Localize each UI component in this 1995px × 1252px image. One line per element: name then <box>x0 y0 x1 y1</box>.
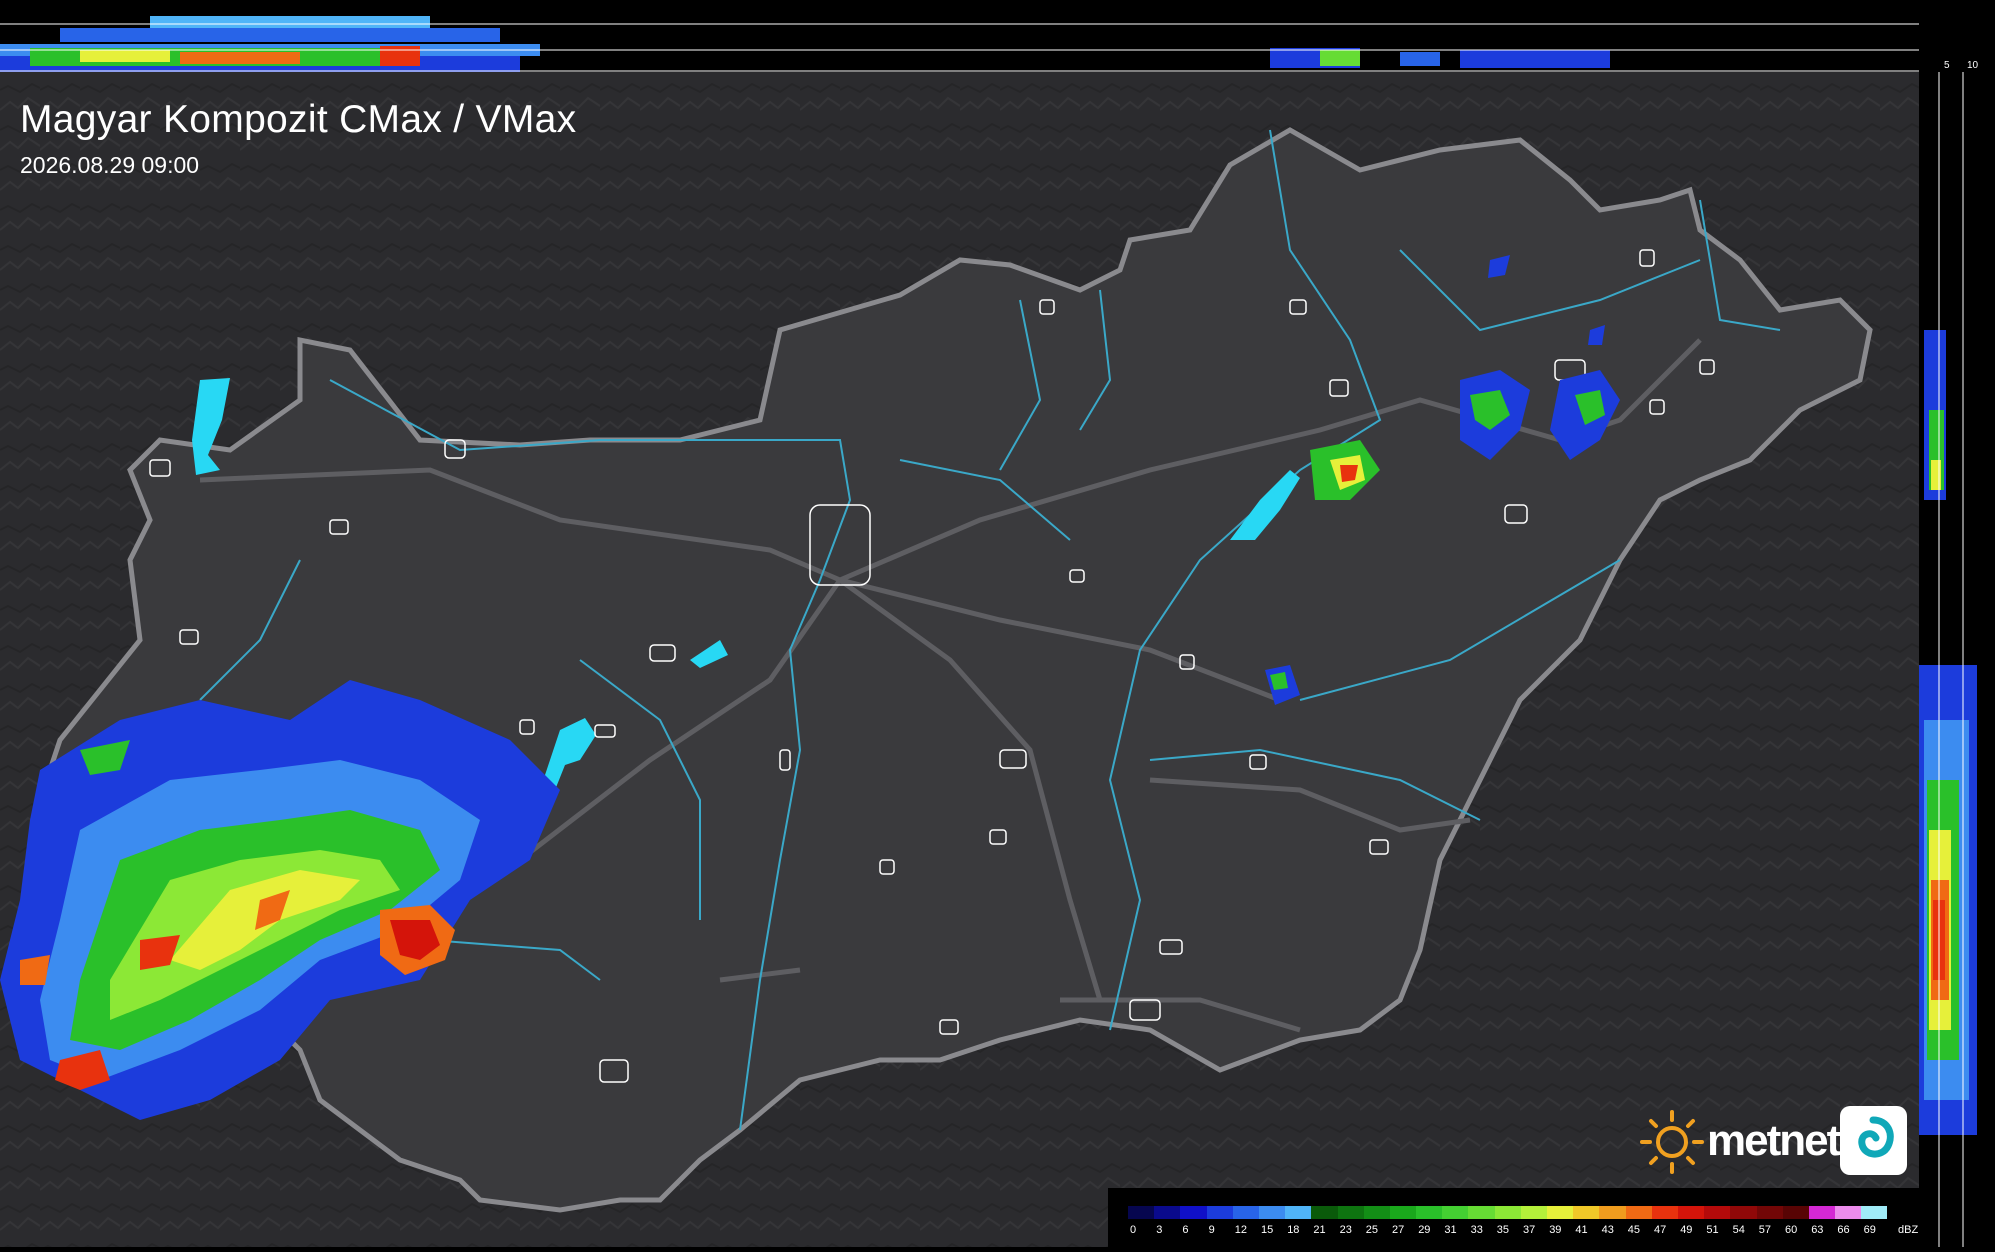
swirl-icon <box>1840 1106 1907 1175</box>
legend-value: 35 <box>1496 1224 1510 1236</box>
legend-value: 43 <box>1601 1224 1614 1236</box>
legend-value: 45 <box>1627 1224 1641 1236</box>
legend-value: 18 <box>1287 1224 1300 1236</box>
legend-value: 3 <box>1156 1224 1163 1236</box>
side-profile-graphic <box>1919 72 1977 1247</box>
legend-swatch <box>1677 1206 1705 1219</box>
legend-swatch <box>1730 1206 1757 1219</box>
legend-swatch <box>1861 1206 1888 1219</box>
legend-swatch <box>1180 1206 1207 1219</box>
legend-swatch <box>1389 1206 1417 1219</box>
legend-swatch <box>1442 1206 1469 1219</box>
legend-value: 31 <box>1444 1224 1457 1236</box>
page-title: Magyar Kompozit CMax / VMax <box>20 98 577 141</box>
sun-icon <box>1640 1110 1704 1174</box>
legend-value: 51 <box>1706 1224 1719 1236</box>
legend-swatch <box>1258 1206 1286 1219</box>
legend-value: 0 <box>1130 1224 1137 1236</box>
legend-swatch <box>1782 1206 1809 1219</box>
legend-swatch <box>1704 1206 1731 1219</box>
legend-value: 33 <box>1470 1224 1483 1236</box>
legend-value: 12 <box>1234 1224 1248 1236</box>
legend-value: 25 <box>1365 1224 1379 1236</box>
dbz-color-legend: 0 3 6 9 12 15 18 21 23 25 27 29 31 33 35 37 39 41 43 45 47 49… <box>1108 1188 1919 1247</box>
legend-value: 39 <box>1549 1224 1562 1236</box>
legend-value: 41 <box>1575 1224 1588 1236</box>
vertical-profile-top-strip: 10 5 <box>0 0 1935 72</box>
legend-swatch <box>1651 1206 1678 1219</box>
metnet-logo: metnet <box>1636 1106 1908 1178</box>
legend-value: 6 <box>1182 1224 1189 1236</box>
legend-value: 37 <box>1523 1224 1536 1236</box>
side-scale-label-10: 10 <box>1967 60 1979 71</box>
legend-value: 60 <box>1785 1224 1798 1236</box>
legend-swatch <box>1520 1206 1547 1219</box>
legend-swatch <box>1468 1206 1495 1219</box>
legend-value: 57 <box>1758 1224 1772 1236</box>
legend-swatch <box>1206 1206 1233 1219</box>
side-scale-label-5: 5 <box>1944 60 1950 71</box>
legend-swatch <box>1756 1206 1783 1219</box>
legend-swatch <box>1835 1206 1862 1219</box>
legend-swatch <box>1232 1206 1259 1219</box>
legend-unit: dBZ <box>1898 1224 1919 1236</box>
legend-swatch <box>1337 1206 1364 1219</box>
vertical-profile-side-strip: 5 10 <box>1919 0 1995 1247</box>
legend-swatch <box>1363 1206 1390 1219</box>
legend-swatch <box>1625 1206 1652 1219</box>
top-profile-graphic <box>0 16 1919 72</box>
legend-value: 23 <box>1339 1224 1352 1236</box>
legend-swatch <box>1311 1206 1338 1219</box>
legend-value: 29 <box>1418 1224 1431 1236</box>
legend-value: 69 <box>1863 1224 1876 1236</box>
legend-color-bar <box>1128 1206 1888 1219</box>
timestamp: 2026.08.29 09:00 <box>20 152 200 178</box>
legend-swatch <box>1416 1206 1443 1219</box>
legend-value: 47 <box>1654 1224 1667 1236</box>
legend-swatch <box>1494 1206 1521 1219</box>
legend-value: 9 <box>1208 1224 1215 1236</box>
legend-swatch <box>1285 1206 1312 1219</box>
legend-value: 49 <box>1680 1224 1693 1236</box>
legend-swatch <box>1154 1206 1181 1219</box>
map-graphic <box>0 72 1919 1247</box>
legend-value: 63 <box>1811 1224 1824 1236</box>
legend-swatch <box>1599 1206 1626 1219</box>
legend-value: 21 <box>1313 1224 1326 1236</box>
legend-swatch <box>1128 1206 1155 1219</box>
legend-value: 66 <box>1837 1224 1850 1236</box>
legend-value: 15 <box>1261 1224 1274 1236</box>
legend-swatch <box>1808 1206 1836 1219</box>
legend-value: 27 <box>1392 1224 1405 1236</box>
legend-swatch <box>1547 1206 1574 1219</box>
legend-value: 54 <box>1732 1224 1745 1236</box>
legend-swatch <box>1573 1206 1600 1219</box>
brand-name: metnet <box>1707 1116 1841 1165</box>
radar-map[interactable]: Magyar Kompozit CMax / VMax 2026.08.29 0… <box>0 72 1919 1247</box>
